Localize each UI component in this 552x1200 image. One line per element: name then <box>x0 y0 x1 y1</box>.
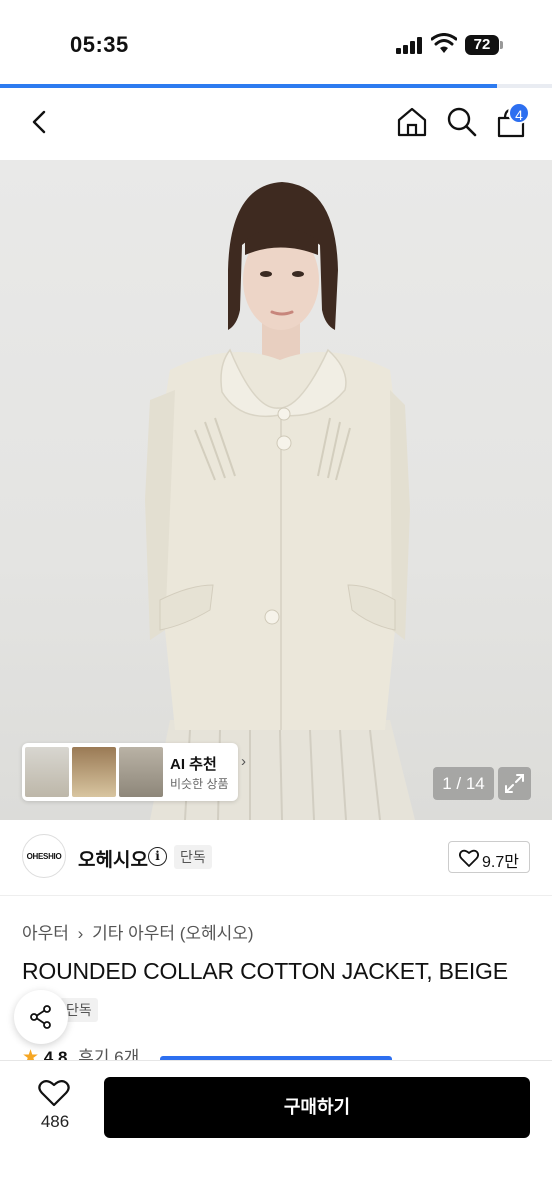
info-icon[interactable]: i <box>148 847 167 866</box>
buy-button[interactable]: 구매하기 <box>104 1077 530 1138</box>
breadcrumb-level2[interactable]: 기타 아우터 (오헤시오) <box>92 924 254 943</box>
expand-button[interactable] <box>498 767 531 800</box>
cart-count-badge: 4 <box>508 102 530 124</box>
recommend-thumb-3[interactable] <box>119 747 163 797</box>
wifi-icon <box>431 33 457 53</box>
ai-recommend-card[interactable]: AI 추천 비슷한 상품 › <box>22 743 246 801</box>
expand-icon <box>505 774 524 793</box>
brand-name[interactable]: 오헤시오 <box>78 845 148 872</box>
breadcrumb: 아우터 › 기타 아우터 (오헤시오) <box>22 919 258 944</box>
status-bar: 05:35 72 <box>0 0 552 86</box>
product-image[interactable]: AI 추천 비슷한 상품 › 1 / 14 <box>0 160 552 820</box>
bottom-action-bar: 486 구매하기 <box>0 1060 552 1200</box>
product-title: ROUNDED COLLAR COTTON JACKET, BEIGE <box>22 958 508 984</box>
ai-recommend-sub: 비슷한 상품 <box>170 777 229 791</box>
chevron-right-icon: › <box>241 753 246 770</box>
brand-like-button[interactable]: 9.7만 <box>448 841 530 873</box>
search-icon[interactable] <box>446 106 478 138</box>
recommend-thumb-2[interactable] <box>72 747 116 797</box>
share-icon <box>30 1005 51 1029</box>
wishlist-count: 486 <box>40 1112 70 1131</box>
battery-icon: 72 <box>465 35 503 55</box>
wishlist-heart-icon[interactable] <box>38 1079 70 1107</box>
product-photo-illustration <box>145 182 415 820</box>
battery-level: 72 <box>465 35 499 55</box>
heart-icon <box>459 849 479 867</box>
brand-like-count: 9.7만 <box>482 854 519 871</box>
brand-row: OHESHIO 오헤시오 i 단독 9.7만 <box>0 820 552 896</box>
breadcrumb-level1[interactable]: 아우터 <box>22 924 69 943</box>
home-icon[interactable] <box>396 106 428 138</box>
back-icon[interactable] <box>24 106 56 138</box>
breadcrumb-separator: › <box>77 924 84 943</box>
brand-exclusive-tag: 단독 <box>174 845 212 869</box>
image-counter: 1 / 14 <box>433 767 494 800</box>
top-nav: 4 <box>0 88 552 160</box>
ai-recommend-label: AI 추천 <box>170 756 217 773</box>
signal-icon <box>396 36 424 54</box>
brand-logo[interactable]: OHESHIO <box>22 834 66 878</box>
status-time: 05:35 <box>70 32 129 57</box>
share-button[interactable] <box>14 990 68 1044</box>
recommend-thumb-1[interactable] <box>25 747 69 797</box>
